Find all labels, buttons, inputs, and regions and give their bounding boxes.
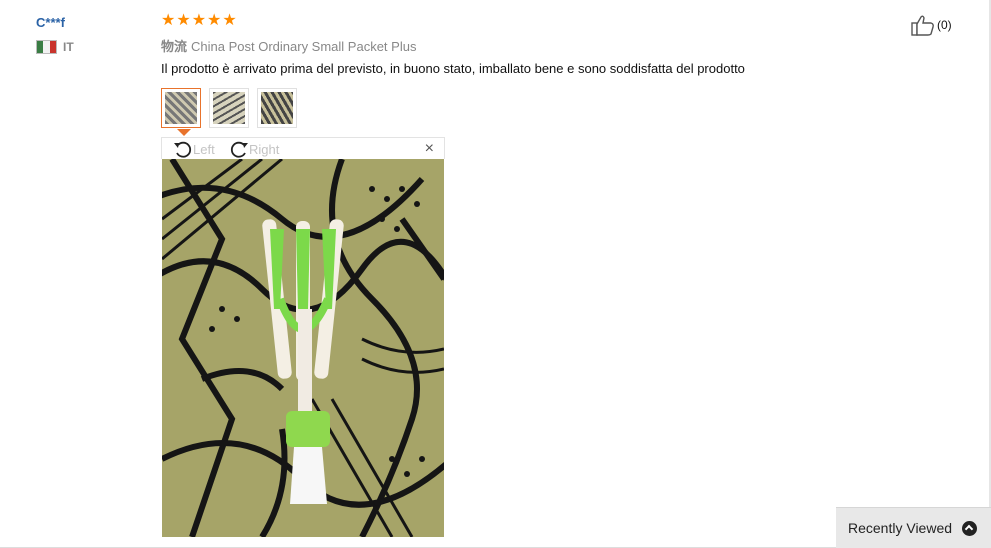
helpful-like-button[interactable]: (0) [911,14,952,36]
close-icon[interactable]: × [425,140,434,158]
review-thumbnails [161,88,297,136]
star-rating: ★ ★ ★ ★ ★ [161,13,237,29]
reviewer-info: C***f [36,14,65,32]
thumbs-up-icon [911,15,934,36]
shipping-method: China Post Ordinary Small Packet Plus [191,39,417,54]
star-icon: ★ [191,12,207,29]
review-text: Il prodotto è arrivato prima del previst… [161,61,745,76]
rotate-left-label: Left [193,141,215,157]
shipping-info: 物流 China Post Ordinary Small Packet Plus [161,36,416,55]
selected-indicator-icon [177,129,191,136]
rotate-right-button[interactable]: Right [228,139,279,159]
thumbnail-image [213,92,245,124]
review-photo-image [162,159,444,537]
shipping-label: 物流 [161,39,188,54]
rotate-left-icon [174,141,192,158]
country-code: IT [63,40,74,54]
review-thumbnail[interactable] [257,88,297,128]
review-thumbnail[interactable] [209,88,249,128]
image-viewer-toolbar: Left Right × [161,137,445,159]
reviewer-country: IT [36,40,74,54]
rotate-right-icon [230,141,248,158]
italy-flag-icon [36,40,57,54]
review-photo [162,159,444,537]
reviewer-name[interactable]: C***f [36,15,65,30]
review-thumbnail[interactable] [161,88,201,136]
like-count: (0) [937,18,952,32]
star-icon: ★ [207,12,222,29]
thumbnail-image [165,92,197,124]
chevron-up-icon [962,520,978,536]
recently-viewed-label: Recently Viewed [848,520,953,536]
recently-viewed-button[interactable]: Recently Viewed [836,507,991,548]
rotate-right-label: Right [249,141,280,157]
rotate-left-button[interactable]: Left [172,139,215,159]
star-icon: ★ [161,12,176,29]
star-icon: ★ [176,12,191,29]
thumbnail-image [261,92,293,124]
star-icon: ★ [222,12,237,29]
